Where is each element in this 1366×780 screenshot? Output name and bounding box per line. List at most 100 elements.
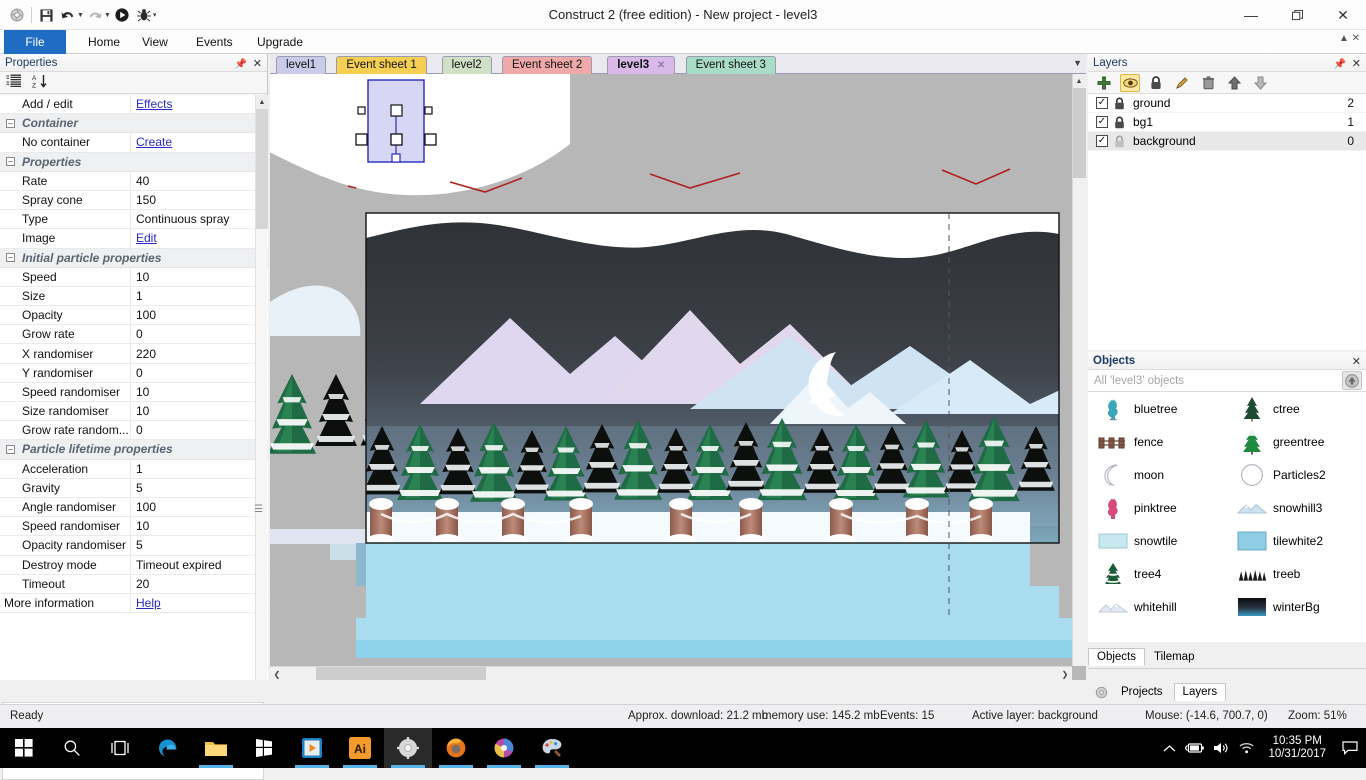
chevron-up-icon[interactable]	[1156, 728, 1182, 768]
canvas-vscroll-thumb[interactable]	[1073, 88, 1086, 178]
construct2-icon[interactable]	[384, 728, 432, 768]
scrollbar-thumb[interactable]	[256, 109, 268, 229]
property-row[interactable]: Speed 10	[0, 267, 268, 287]
property-value[interactable]: Continuous spray	[130, 210, 268, 229]
property-value[interactable]: 1	[130, 286, 268, 306]
action-center-icon[interactable]	[1334, 728, 1366, 768]
property-row[interactable]: Speed randomiser 10	[0, 517, 268, 537]
property-value[interactable]: 0	[130, 325, 268, 344]
collapse-icon[interactable]: –	[6, 157, 15, 167]
trash-icon[interactable]	[1198, 74, 1218, 92]
object-item-fence[interactable]: fence	[1088, 425, 1227, 458]
firefox-icon[interactable]	[432, 728, 480, 768]
property-row[interactable]: Size randomiser 10	[0, 402, 268, 422]
ribbon-tab-events[interactable]: Events	[182, 30, 247, 54]
task-view-icon[interactable]	[96, 728, 144, 768]
layout-tab-level3[interactable]: level3 ✕	[607, 56, 676, 74]
object-item-whitehill[interactable]: whitehill	[1088, 590, 1227, 623]
property-row[interactable]: No container Create	[0, 133, 268, 153]
categorize-icon[interactable]	[6, 74, 22, 91]
property-value[interactable]: Effects	[130, 95, 268, 114]
layer-visibility-checkbox[interactable]: ✓	[1096, 116, 1108, 128]
object-item-pinktree[interactable]: pinktree	[1088, 491, 1227, 524]
dock-tab-layers[interactable]: Layers	[1173, 683, 1227, 701]
property-value[interactable]: 0	[130, 421, 268, 440]
objects-filter-bar[interactable]: All 'level3' objects	[1088, 370, 1366, 392]
property-row[interactable]: Opacity randomiser 5	[0, 536, 268, 556]
property-value[interactable]: 10	[130, 517, 268, 536]
layout-tab-level2[interactable]: level2	[441, 56, 492, 74]
object-item-tilewhite2[interactable]: tilewhite2	[1227, 524, 1366, 557]
property-group-container[interactable]: – Container	[0, 114, 268, 134]
layout-tab-level1[interactable]: level1	[276, 56, 327, 74]
lock-icon[interactable]	[1114, 97, 1128, 110]
property-row[interactable]: Acceleration 1	[0, 459, 268, 479]
object-item-Particles2[interactable]: Particles2	[1227, 458, 1366, 491]
property-group-particle-lifetime-properties[interactable]: – Particle lifetime properties	[0, 440, 268, 460]
media-player-icon[interactable]	[288, 728, 336, 768]
property-value[interactable]: 10	[130, 382, 268, 401]
lock-icon[interactable]	[1114, 135, 1128, 148]
clock[interactable]: 10:35 PM 10/31/2017	[1260, 735, 1334, 761]
property-value[interactable]: Edit	[130, 229, 268, 248]
layout-canvas-area[interactable]: ▲ ❮ ❯	[270, 74, 1086, 680]
canvas-hscroll-thumb[interactable]	[316, 667, 486, 680]
close-icon[interactable]: ✕	[253, 55, 262, 73]
sort-alphabetical-icon[interactable]: AZ	[32, 74, 48, 92]
property-value[interactable]: 1	[130, 459, 268, 478]
property-row[interactable]: X randomiser 220	[0, 344, 268, 364]
ribbon-tab-view[interactable]: View	[128, 30, 182, 54]
property-row[interactable]: Add / edit Effects	[0, 95, 268, 115]
layout-tab-event-sheet-2[interactable]: Event sheet 2	[502, 56, 593, 74]
property-row[interactable]: Y randomiser 0	[0, 363, 268, 383]
lock-icon[interactable]	[1146, 74, 1166, 92]
property-value[interactable]: 150	[130, 190, 268, 210]
layer-row-ground[interactable]: ✓ ground 2	[1088, 94, 1366, 113]
search-icon[interactable]	[48, 728, 96, 768]
property-value[interactable]: 100	[130, 497, 268, 517]
property-value[interactable]: 20	[130, 574, 268, 593]
properties-list[interactable]: Add / edit Effects – Container No container C…	[0, 95, 268, 680]
battery-icon[interactable]	[1182, 728, 1208, 768]
close-icon[interactable]: ✕	[1352, 55, 1361, 73]
layout-viewport[interactable]	[270, 74, 1072, 666]
object-item-snowtile[interactable]: snowtile	[1088, 524, 1227, 557]
property-row[interactable]: Opacity 100	[0, 306, 268, 326]
property-value[interactable]: 100	[130, 306, 268, 325]
property-row[interactable]: Size 1	[0, 286, 268, 307]
property-value[interactable]: Help	[130, 593, 268, 613]
property-row[interactable]: Destroy mode Timeout expired	[0, 555, 268, 575]
property-more-information[interactable]: More information Help	[0, 593, 268, 614]
canvas-scroll-up-arrow[interactable]: ▲	[1073, 74, 1085, 88]
volume-icon[interactable]	[1208, 728, 1234, 768]
property-value[interactable]: 220	[130, 344, 268, 363]
move-down-icon[interactable]	[1250, 74, 1270, 92]
canvas-scroll-left-arrow[interactable]: ❮	[270, 667, 284, 680]
windows-start-icon[interactable]	[0, 728, 48, 768]
objects-grid[interactable]: bluetree ctree fence greentree moon Particles…	[1088, 392, 1366, 642]
dock-tab-objects[interactable]: Objects	[1088, 648, 1145, 666]
object-item-tree4[interactable]: tree4	[1088, 557, 1227, 590]
layer-visibility-checkbox[interactable]: ✓	[1096, 97, 1108, 109]
property-value[interactable]: 5	[130, 478, 268, 497]
object-item-moon[interactable]: moon	[1088, 458, 1227, 491]
ribbon-tab-file[interactable]: File	[4, 30, 66, 54]
object-item-greentree[interactable]: greentree	[1227, 425, 1366, 458]
property-link[interactable]: Edit	[136, 231, 157, 245]
scroll-up-arrow[interactable]: ▲	[256, 95, 268, 109]
layer-row-bg1[interactable]: ✓ bg1 1	[1088, 113, 1366, 132]
property-row[interactable]: Spray cone 150	[0, 190, 268, 211]
pin-icon[interactable]: 📌	[1334, 56, 1346, 74]
layer-visibility-checkbox[interactable]: ✓	[1096, 135, 1108, 147]
dock-tab-projects[interactable]: Projects	[1112, 683, 1172, 701]
property-value[interactable]: 0	[130, 363, 268, 382]
ribbon-tab-home[interactable]: Home	[74, 30, 134, 54]
wifi-icon[interactable]	[1234, 728, 1260, 768]
property-row[interactable]: Image Edit	[0, 229, 268, 249]
dock-tab-tilemap[interactable]: Tilemap	[1145, 648, 1203, 666]
layers-list[interactable]: ✓ ground 2 ✓ bg1 1 ✓ background 0	[1088, 94, 1366, 350]
property-value[interactable]: Create	[130, 133, 268, 152]
ribbon-expand-icon[interactable]: ▲ ✕	[1339, 33, 1360, 44]
collapse-icon[interactable]: –	[6, 118, 15, 128]
property-group-properties[interactable]: – Properties	[0, 152, 268, 172]
